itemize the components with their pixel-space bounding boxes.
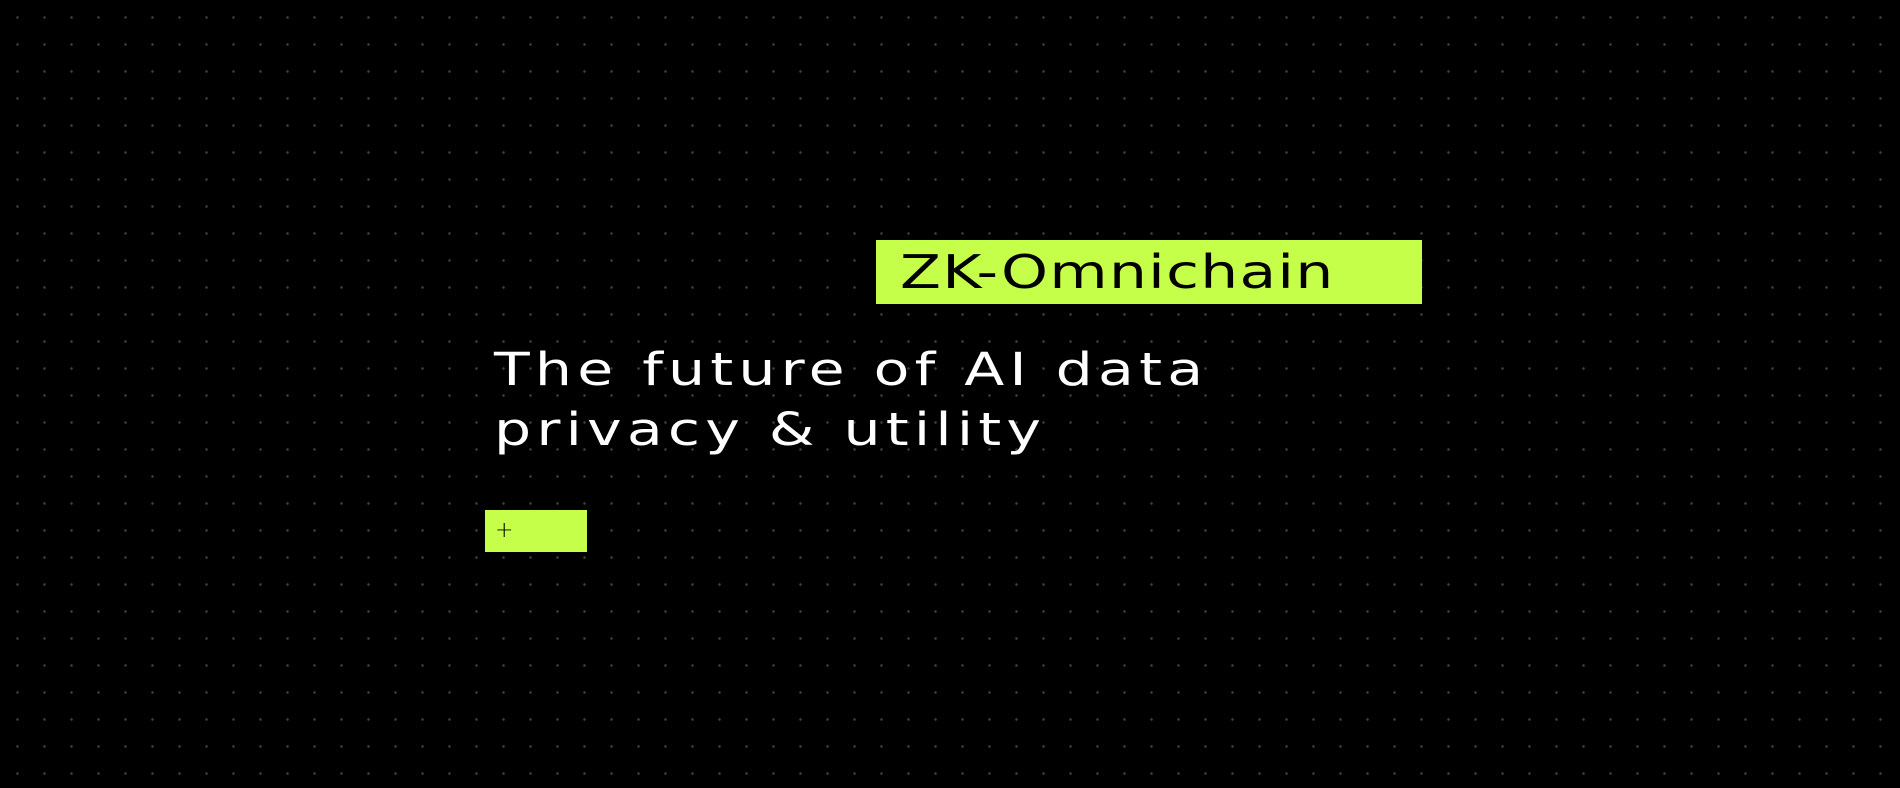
hero-headline-line-1: The future of AI data — [494, 343, 1209, 396]
hero-headline: The future of AI data privacy & utility — [494, 340, 1664, 460]
cta-button[interactable]: + — [485, 510, 587, 552]
brand-badge: ZK-Omnichain — [876, 240, 1422, 304]
hero-section: ZK-Omnichain The future of AI data priva… — [0, 0, 1900, 788]
hero-headline-line-2: privacy & utility — [494, 403, 1047, 456]
brand-badge-label: ZK-Omnichain — [900, 245, 1335, 299]
plus-icon: + — [495, 518, 514, 543]
